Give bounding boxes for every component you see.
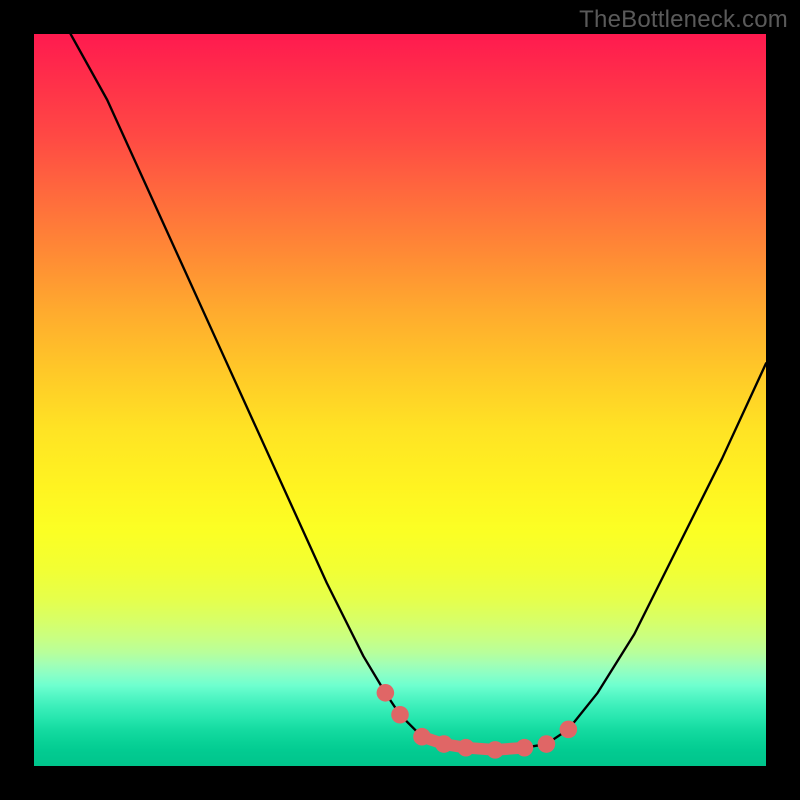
highlight-dot	[516, 739, 534, 757]
highlight-dot	[538, 735, 556, 753]
bottleneck-chart: TheBottleneck.com	[0, 0, 800, 800]
highlight-dot	[560, 721, 578, 739]
highlight-dot	[377, 684, 395, 702]
highlight-dot	[435, 735, 453, 753]
highlight-dot	[413, 728, 431, 746]
watermark-text: TheBottleneck.com	[579, 6, 788, 34]
highlight-dot	[486, 741, 504, 759]
chart-highlight-layer	[34, 34, 766, 766]
highlight-dot	[457, 739, 475, 757]
highlight-dot	[391, 706, 409, 724]
